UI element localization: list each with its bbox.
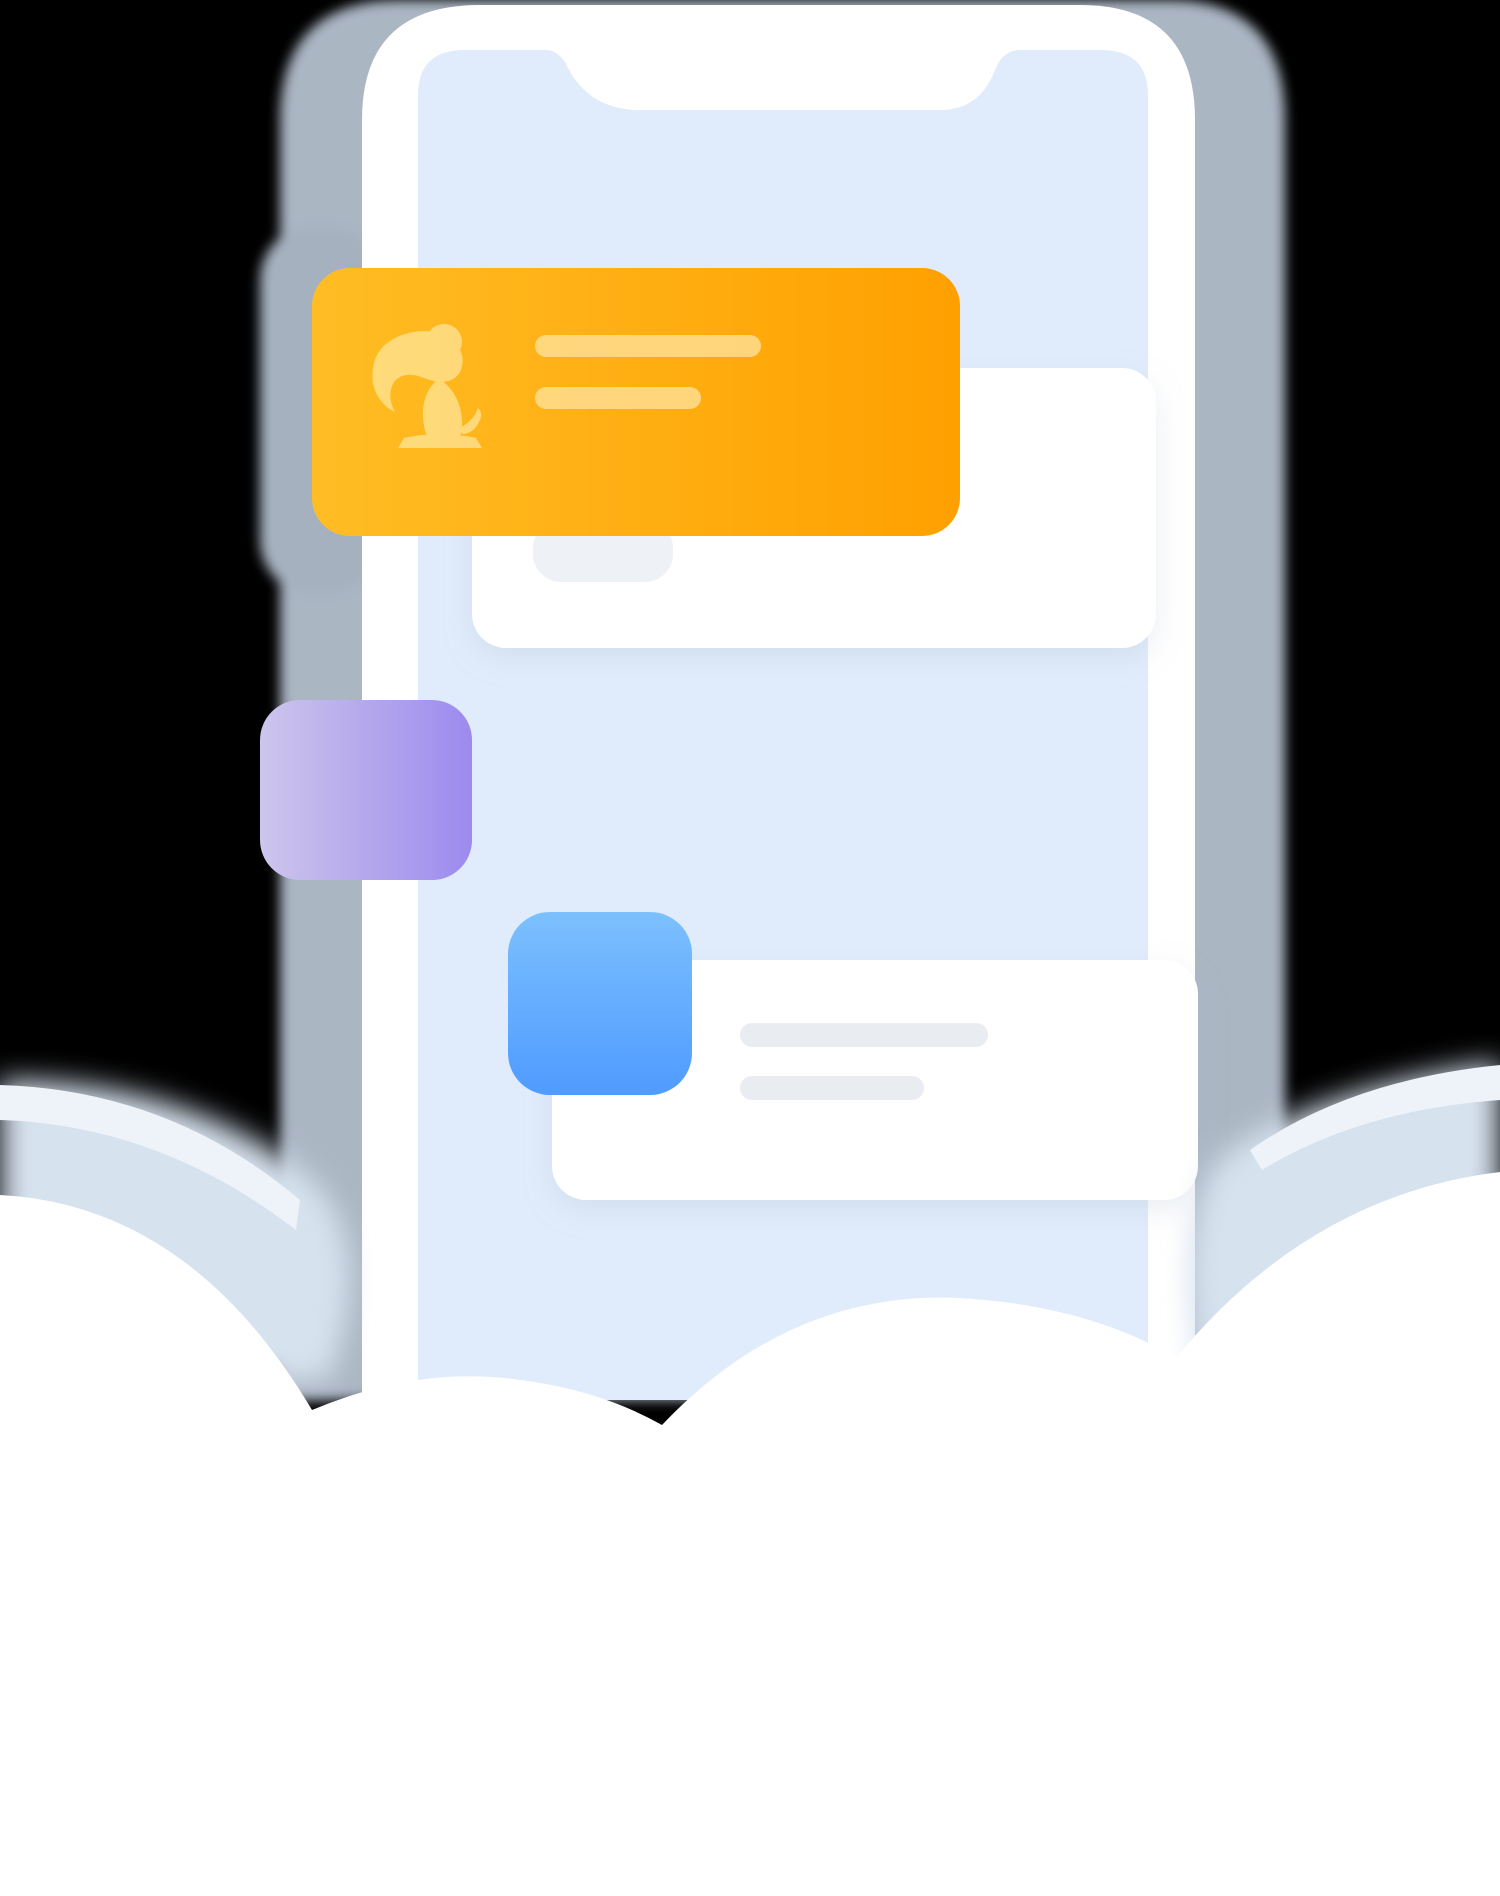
blue-app-tile <box>508 912 692 1095</box>
notification-title-line <box>535 335 761 357</box>
notification-subtitle-line <box>535 387 701 409</box>
illustration-stage <box>0 0 1500 1896</box>
purple-app-tile <box>260 700 472 880</box>
phone-cloud-illustration <box>0 0 1500 1896</box>
notification-card <box>312 268 960 536</box>
message-title-line <box>740 1023 988 1047</box>
message-subtitle-line <box>740 1076 924 1100</box>
